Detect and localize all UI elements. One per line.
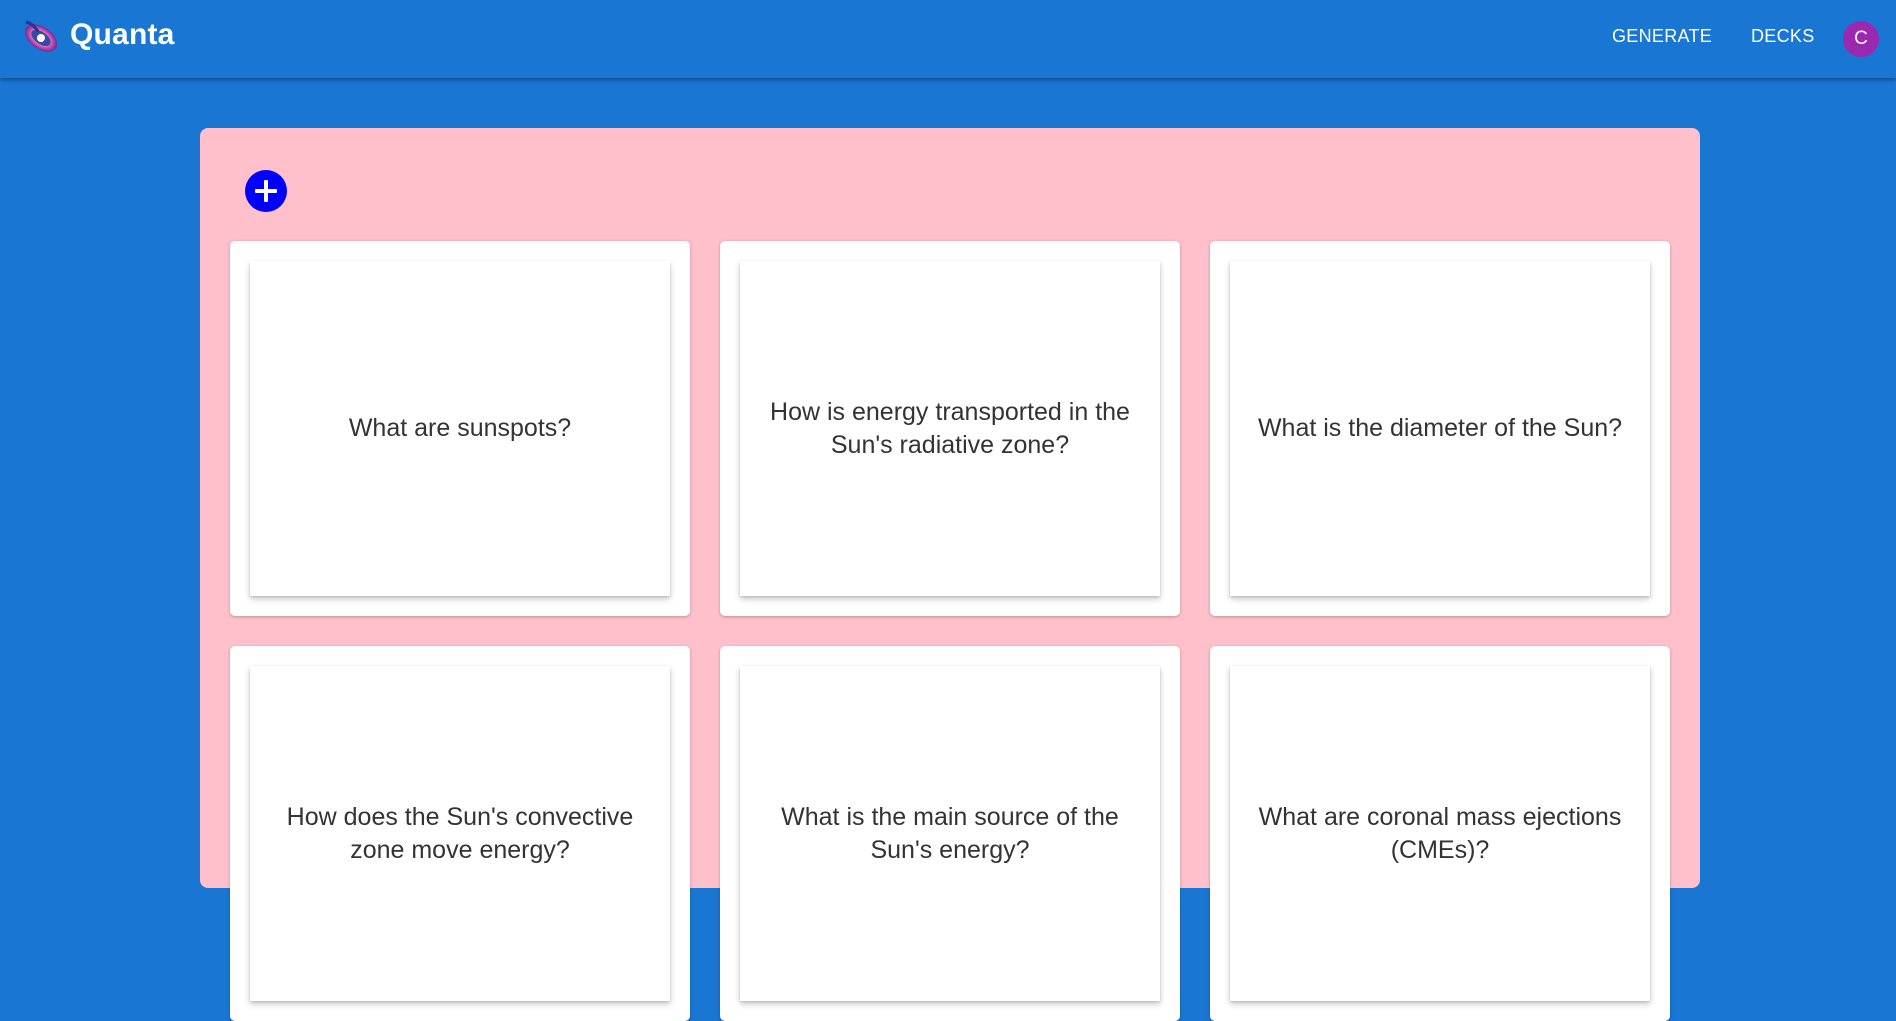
app-title: Quanta	[70, 18, 175, 51]
decks-nav-button[interactable]: DECKS	[1751, 26, 1815, 47]
flashcard: What are sunspots?	[230, 241, 690, 616]
flashcard-face[interactable]: What are coronal mass ejections (CMEs)?	[1230, 666, 1650, 1001]
flashcard-face[interactable]: What is the diameter of the Sun?	[1230, 261, 1650, 596]
user-avatar[interactable]: C	[1843, 21, 1879, 57]
deck-panel: What are sunspots? How is energy transpo…	[200, 128, 1700, 1021]
flashcard: What is the diameter of the Sun?	[1210, 241, 1670, 616]
add-card-button[interactable]	[245, 170, 287, 212]
generate-nav-button[interactable]: GENERATE	[1612, 26, 1712, 47]
flashcard-question: How is energy transported in the Sun's r…	[770, 397, 1130, 459]
galaxy-logo-icon[interactable]	[20, 16, 62, 58]
flashcard: What are coronal mass ejections (CMEs)?	[1210, 646, 1670, 1021]
flashcard-face[interactable]: What are sunspots?	[250, 261, 670, 596]
app-bar: Quanta GENERATE DECKS C	[0, 0, 1896, 78]
flashcard-question: How does the Sun's convective zone move …	[286, 802, 634, 864]
flashcard-question: What are sunspots?	[348, 414, 572, 442]
flashcard-face[interactable]: What is the main source of the Sun's ene…	[740, 666, 1160, 1001]
flashcard: How does the Sun's convective zone move …	[230, 646, 690, 1021]
plus-circle-icon	[255, 180, 277, 202]
flashcard-face[interactable]: How is energy transported in the Sun's r…	[740, 261, 1160, 596]
flashcard-question: What is the diameter of the Sun?	[1257, 414, 1623, 442]
flashcard-question: What are coronal mass ejections (CMEs)?	[1258, 802, 1622, 864]
flashcard-face[interactable]: How does the Sun's convective zone move …	[250, 666, 670, 1001]
flashcard-question: What is the main source of the Sun's ene…	[781, 802, 1119, 864]
flashcard: How is energy transported in the Sun's r…	[720, 241, 1180, 616]
flashcard: What is the main source of the Sun's ene…	[720, 646, 1180, 1021]
